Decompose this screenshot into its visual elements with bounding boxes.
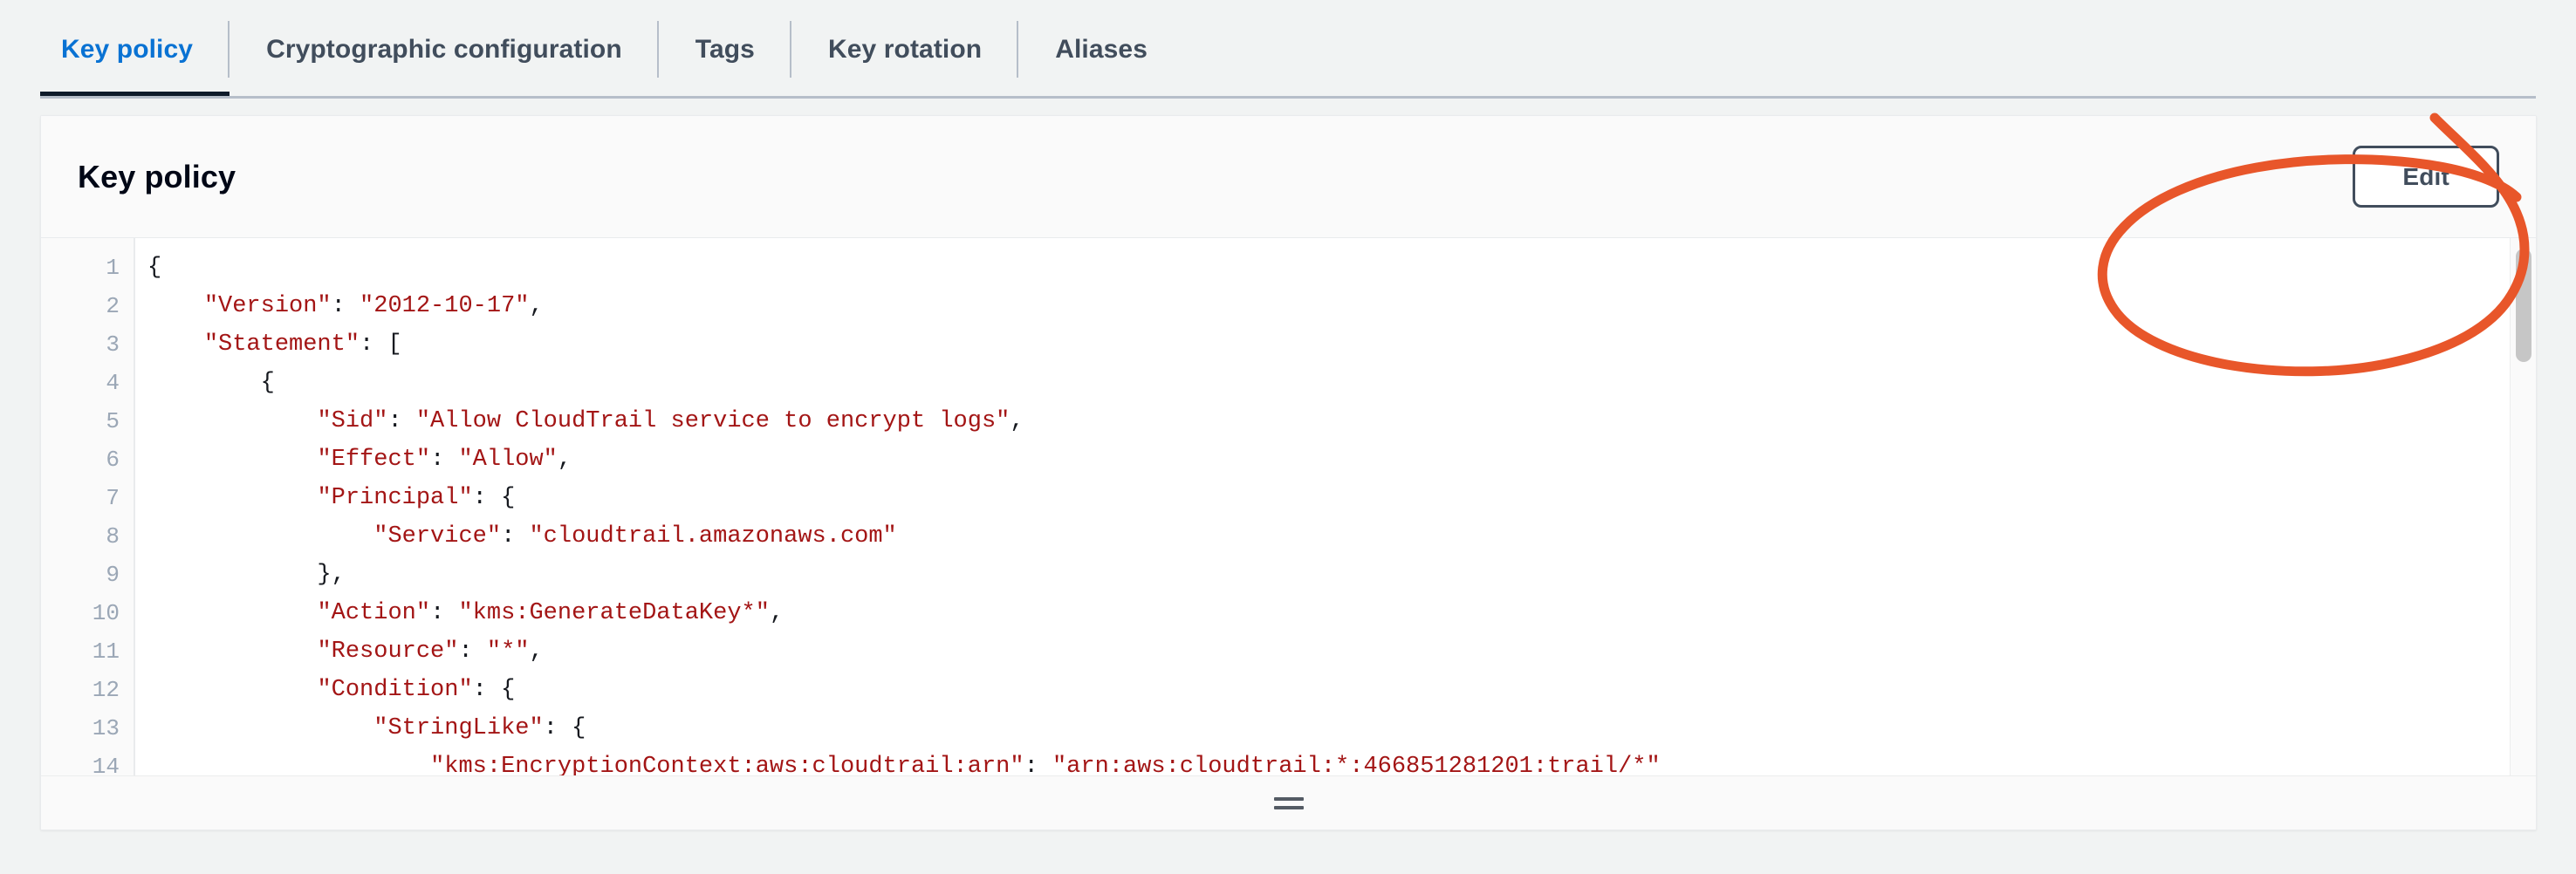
code-line: "kms:EncryptionContext:aws:cloudtrail:ar… [147, 748, 2536, 775]
code-line: "Action": "kms:GenerateDataKey*", [147, 594, 2536, 632]
tab-aliases[interactable]: Aliases [1018, 0, 1184, 99]
code-line: "Sid": "Allow CloudTrail service to encr… [147, 402, 2536, 440]
tab-key-rotation-label: Key rotation [828, 35, 982, 65]
code-line: "Condition": { [147, 671, 2536, 709]
line-number: 9 [41, 556, 134, 594]
code-line: "Service": "cloudtrail.amazonaws.com" [147, 517, 2536, 556]
line-number: 6 [41, 440, 134, 479]
resize-grip-handle[interactable] [1274, 797, 1304, 809]
code-line: { [147, 364, 2536, 402]
tab-key-policy-label: Key policy [61, 35, 193, 65]
line-number: 12 [41, 671, 134, 709]
tab-bar: Key policy Cryptographic configuration T… [0, 0, 2576, 100]
code-line: "StringLike": { [147, 709, 2536, 748]
code-line: "Version": "2012-10-17", [147, 287, 2536, 325]
code-line: "Effect": "Allow", [147, 440, 2536, 479]
line-number: 10 [41, 594, 134, 632]
line-number: 5 [41, 402, 134, 440]
tab-strip: Key policy Cryptographic configuration T… [40, 0, 1184, 99]
tab-cryptographic-configuration[interactable]: Cryptographic configuration [230, 0, 659, 99]
line-number: 14 [41, 748, 134, 775]
tab-bar-baseline [40, 96, 2536, 99]
page-title: Key policy [78, 159, 236, 195]
line-number: 13 [41, 709, 134, 748]
code-line: }, [147, 556, 2536, 594]
policy-code-editor[interactable]: 1 2 3 4 5 6 7 8 9 10 11 12 13 14 { "Vers… [41, 238, 2536, 775]
tab-cryptographic-configuration-label: Cryptographic configuration [266, 35, 622, 65]
code-content[interactable]: { "Version": "2012-10-17", "Statement": … [135, 238, 2536, 775]
edit-button[interactable]: Edit [2353, 146, 2499, 208]
line-number: 2 [41, 287, 134, 325]
tab-tags[interactable]: Tags [659, 0, 791, 99]
tab-aliases-label: Aliases [1055, 35, 1148, 65]
line-number: 7 [41, 479, 134, 517]
line-number-gutter: 1 2 3 4 5 6 7 8 9 10 11 12 13 14 [41, 238, 135, 775]
tab-key-rotation[interactable]: Key rotation [791, 0, 1018, 99]
code-line: "Statement": [ [147, 325, 2536, 364]
code-line: "Principal": { [147, 479, 2536, 517]
editor-scrollbar-thumb[interactable] [2516, 249, 2531, 362]
line-number: 1 [41, 249, 134, 287]
code-line: "Resource": "*", [147, 632, 2536, 671]
editor-footer [41, 775, 2536, 830]
code-line: { [147, 249, 2536, 287]
line-number: 3 [41, 325, 134, 364]
tab-key-policy[interactable]: Key policy [40, 0, 230, 99]
editor-scrollbar[interactable] [2510, 238, 2536, 775]
key-policy-card: Key policy Edit 1 2 3 4 5 6 7 8 9 10 11 … [40, 115, 2537, 830]
line-number: 4 [41, 364, 134, 402]
line-number: 8 [41, 517, 134, 556]
card-header: Key policy Edit [41, 116, 2536, 238]
line-number: 11 [41, 632, 134, 671]
tab-tags-label: Tags [695, 35, 755, 65]
